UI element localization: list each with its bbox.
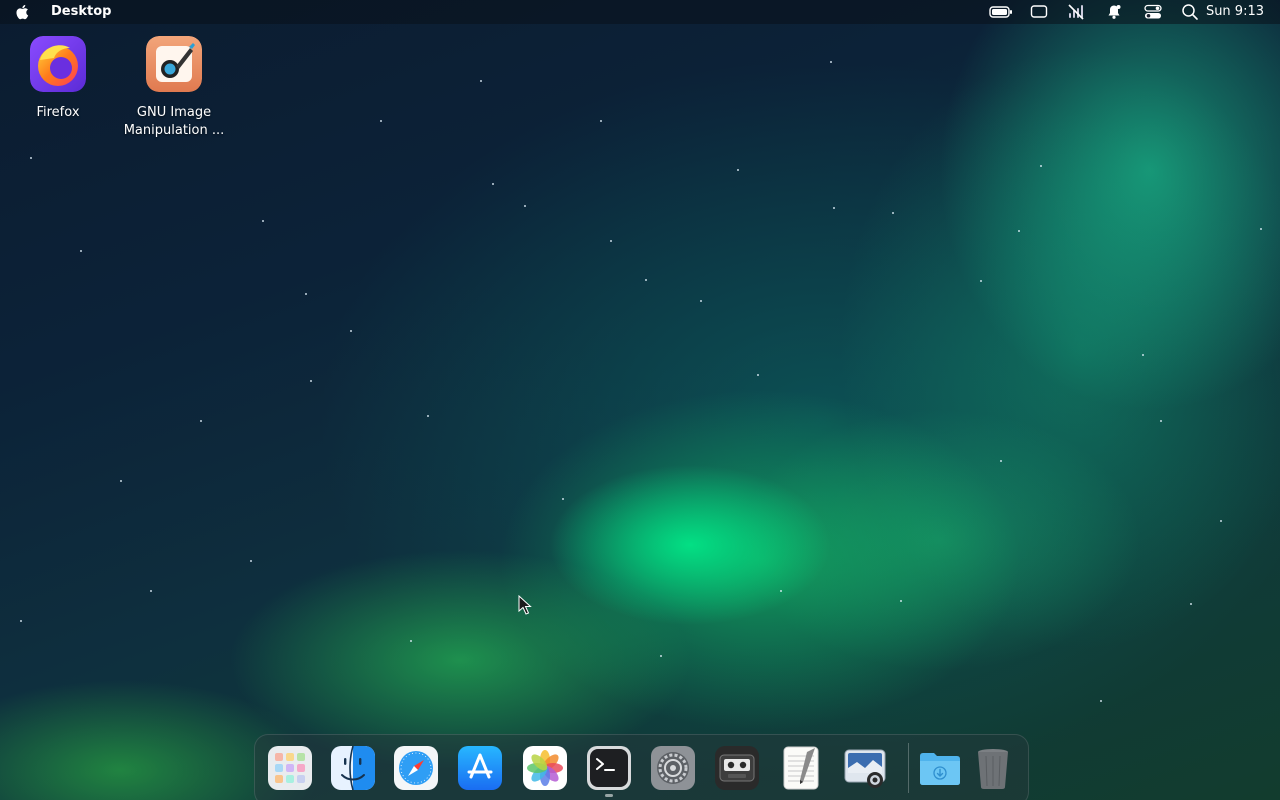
cassette-player-icon[interactable] xyxy=(715,746,759,790)
star xyxy=(305,293,307,295)
downloads-folder-icon[interactable] xyxy=(918,746,962,790)
star xyxy=(30,157,32,159)
star xyxy=(150,590,152,592)
running-indicator xyxy=(605,794,613,797)
star xyxy=(900,600,902,602)
star xyxy=(1260,228,1262,230)
screenshot-icon[interactable] xyxy=(843,746,887,790)
battery-icon[interactable] xyxy=(988,2,1014,22)
mute-icon[interactable] xyxy=(1064,2,1088,22)
star xyxy=(1000,460,1002,462)
star xyxy=(200,420,202,422)
finder-icon[interactable] xyxy=(331,746,375,790)
star xyxy=(980,280,982,282)
star xyxy=(250,560,252,562)
star xyxy=(660,655,662,657)
star xyxy=(310,380,312,382)
star xyxy=(1220,520,1222,522)
star xyxy=(1018,230,1020,232)
star xyxy=(892,212,894,214)
star xyxy=(380,120,382,122)
star xyxy=(524,205,526,207)
trash-icon[interactable] xyxy=(971,746,1015,790)
star xyxy=(262,220,264,222)
star xyxy=(410,640,412,642)
star xyxy=(830,61,832,63)
launchpad-icon[interactable] xyxy=(268,746,312,790)
star xyxy=(20,620,22,622)
gimp-icon xyxy=(146,36,202,92)
star xyxy=(700,300,702,302)
desktop-icon-label: Firefox xyxy=(36,105,80,120)
active-app-title[interactable]: Desktop xyxy=(51,4,111,19)
star xyxy=(427,415,429,417)
firefox-icon xyxy=(30,36,86,92)
display-icon[interactable] xyxy=(1028,2,1050,22)
star xyxy=(350,330,352,332)
desktop-icon-gimp[interactable]: GNU Image Manipulation ... xyxy=(119,36,229,140)
notification-bell-icon[interactable] xyxy=(1104,2,1124,22)
text-editor-icon[interactable] xyxy=(779,746,823,790)
star xyxy=(757,374,759,376)
star xyxy=(610,240,612,242)
star xyxy=(1190,603,1192,605)
mouse-cursor-icon xyxy=(518,595,532,615)
star xyxy=(492,183,494,185)
dock xyxy=(254,734,1029,800)
apple-menu-icon[interactable] xyxy=(14,3,32,21)
star xyxy=(1100,700,1102,702)
star xyxy=(480,80,482,82)
dock-separator xyxy=(908,743,909,793)
star xyxy=(1142,354,1144,356)
star xyxy=(780,590,782,592)
star xyxy=(1160,420,1162,422)
menu-bar: Desktop Sun 9:13 xyxy=(0,0,1280,24)
star xyxy=(833,207,835,209)
star xyxy=(1040,165,1042,167)
star xyxy=(80,250,82,252)
app-store-icon[interactable] xyxy=(458,746,502,790)
desktop-icon-label: GNU Image Manipulation ... xyxy=(123,105,225,138)
star xyxy=(120,480,122,482)
star xyxy=(737,169,739,171)
desktop-background[interactable]: Desktop Sun 9:13 Firefox GNU Image Manip… xyxy=(0,0,1280,800)
control-center-icon[interactable] xyxy=(1142,2,1164,22)
star xyxy=(562,498,564,500)
menu-bar-clock[interactable]: Sun 9:13 xyxy=(1206,4,1264,19)
search-icon[interactable] xyxy=(1179,2,1201,22)
star xyxy=(600,120,602,122)
terminal-icon[interactable] xyxy=(587,746,631,790)
system-settings-icon[interactable] xyxy=(651,746,695,790)
photos-icon[interactable] xyxy=(523,746,567,790)
safari-icon[interactable] xyxy=(394,746,438,790)
desktop-icon-firefox[interactable]: Firefox xyxy=(3,36,113,122)
star xyxy=(645,279,647,281)
